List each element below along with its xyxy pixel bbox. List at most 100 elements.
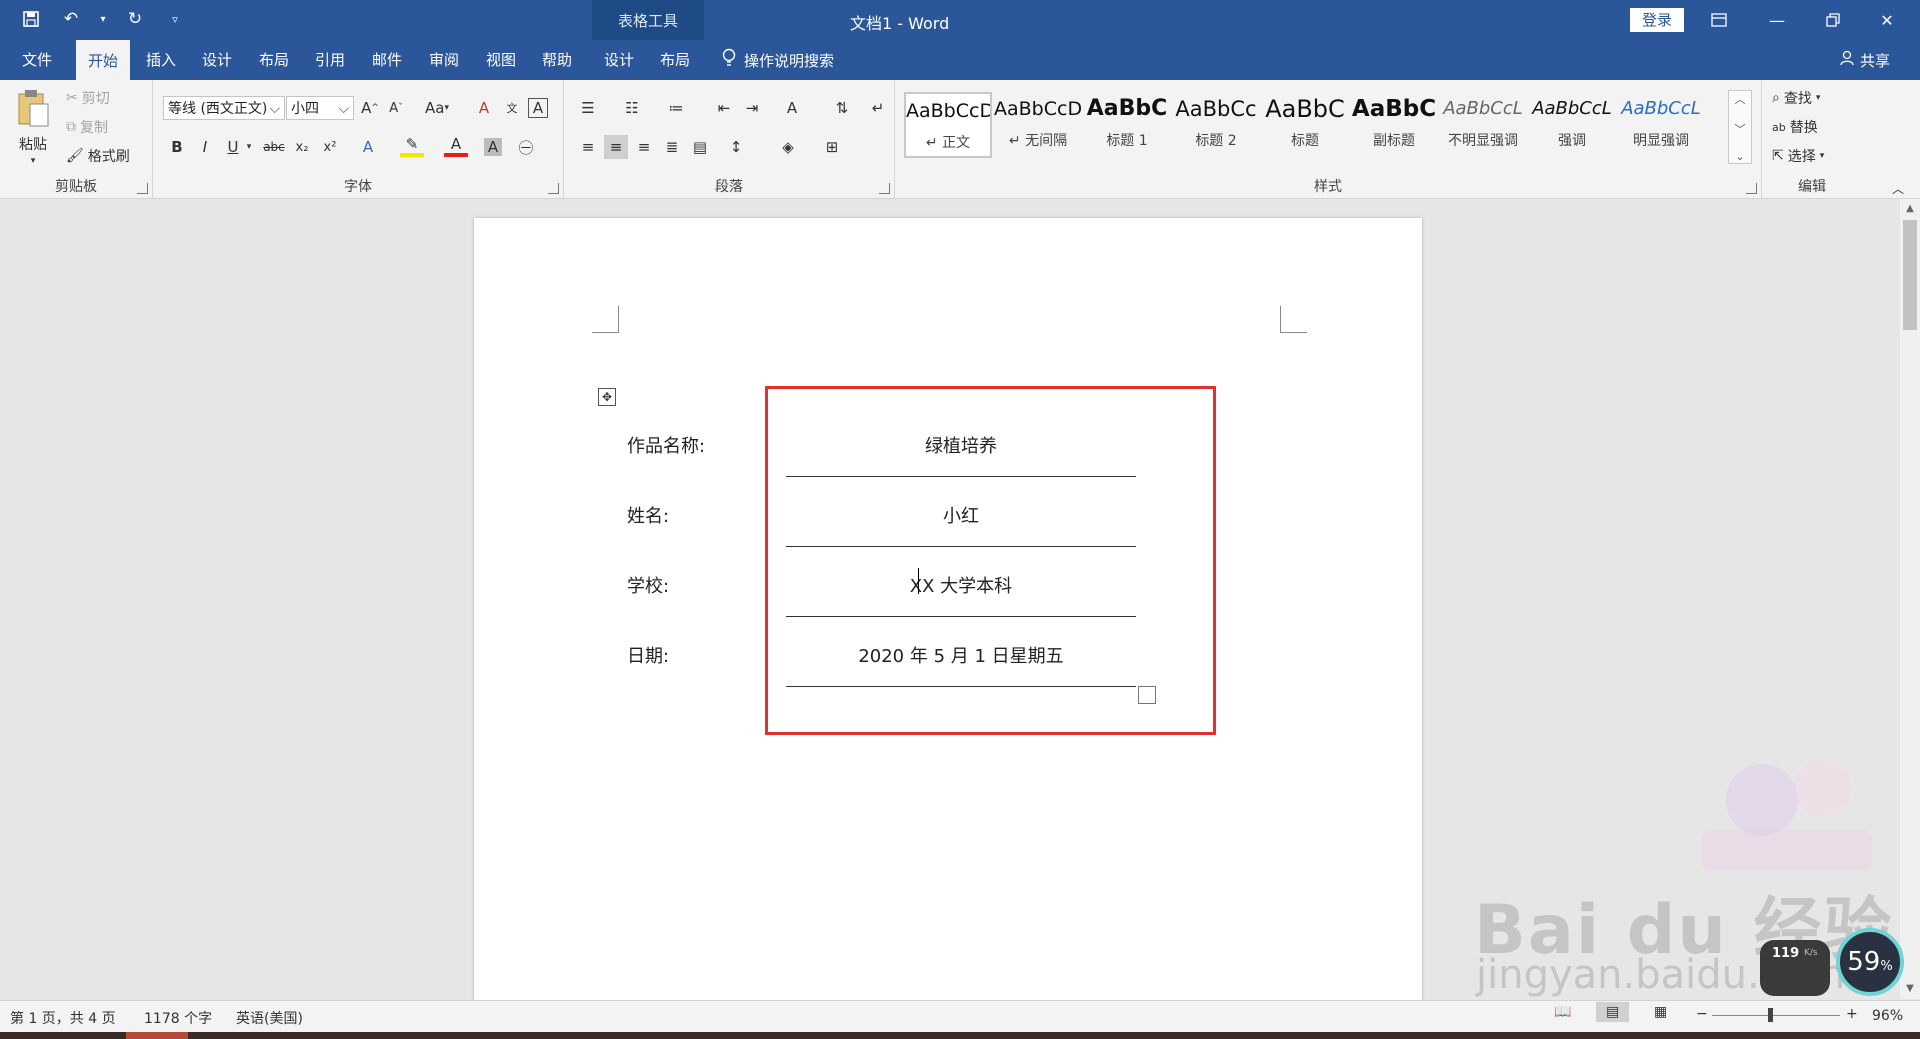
- superscript-icon[interactable]: x²: [318, 135, 342, 159]
- style-title[interactable]: AaBbC 标题: [1261, 92, 1349, 158]
- print-layout-icon[interactable]: ▤: [1596, 1002, 1630, 1022]
- font-name-combo[interactable]: 等线 (西文正文) ⌵: [163, 96, 285, 120]
- ribbon-display-icon[interactable]: [1702, 6, 1736, 34]
- change-case-button[interactable]: Aa ▾: [420, 96, 454, 120]
- tab-file[interactable]: 文件: [10, 40, 64, 80]
- tab-table-design[interactable]: 设计: [592, 40, 646, 80]
- tell-me-search[interactable]: 操作说明搜索: [722, 40, 834, 80]
- zoom-level[interactable]: 96%: [1872, 1008, 1903, 1024]
- more-styles-icon[interactable]: ⌄: [1735, 150, 1744, 163]
- web-layout-icon[interactable]: ▦: [1654, 1004, 1667, 1020]
- show-marks-icon[interactable]: ↵: [866, 96, 890, 120]
- style-heading-2[interactable]: AaBbCc 标题 2: [1172, 92, 1260, 158]
- align-right-icon[interactable]: ≡: [632, 135, 656, 159]
- enclose-characters-icon[interactable]: ㊀: [514, 135, 538, 159]
- scroll-down-icon[interactable]: ▼: [1900, 980, 1920, 998]
- clear-formatting-icon[interactable]: A: [472, 96, 496, 120]
- italic-icon[interactable]: I: [193, 135, 217, 159]
- align-center-icon[interactable]: ≡: [604, 135, 628, 159]
- style-normal[interactable]: AaBbCcD ↵ 正文: [904, 92, 992, 158]
- style-heading-1[interactable]: AaBbC 标题 1: [1083, 92, 1171, 158]
- sort-icon[interactable]: ⇅: [830, 96, 854, 120]
- select-button[interactable]: ⇱ 选择 ▾: [1772, 146, 1824, 166]
- align-left-icon[interactable]: ≡: [576, 135, 600, 159]
- login-button[interactable]: 登录: [1630, 8, 1684, 32]
- tab-home[interactable]: 开始: [76, 40, 130, 81]
- paste-button[interactable]: 粘贴 ▾: [16, 88, 50, 166]
- close-icon[interactable]: ✕: [1870, 6, 1904, 34]
- paragraph-launcher[interactable]: [879, 183, 890, 194]
- table-move-handle[interactable]: ✥: [598, 388, 616, 406]
- tab-references[interactable]: 引用: [303, 40, 357, 80]
- grow-font-icon[interactable]: A ^: [358, 96, 382, 120]
- tab-design[interactable]: 设计: [190, 40, 244, 80]
- replace-button[interactable]: ab 替换: [1772, 117, 1818, 137]
- character-shading-icon[interactable]: A: [484, 138, 502, 156]
- text-effects-icon[interactable]: A: [356, 135, 380, 159]
- chevron-down-icon[interactable]: ﹀: [1735, 121, 1746, 137]
- bold-icon[interactable]: B: [165, 135, 189, 159]
- distributed-icon[interactable]: ▤: [688, 135, 712, 159]
- collapse-ribbon-icon[interactable]: ︿: [1886, 176, 1910, 200]
- cut-button[interactable]: ✂ 剪切: [66, 88, 110, 108]
- scroll-up-icon[interactable]: ▲: [1900, 200, 1920, 218]
- borders-icon[interactable]: ⊞: [820, 135, 844, 159]
- font-color-icon[interactable]: A: [444, 135, 468, 157]
- tab-view[interactable]: 视图: [474, 40, 528, 80]
- line-spacing-icon[interactable]: ↕: [724, 135, 748, 159]
- scrollbar-thumb[interactable]: [1903, 220, 1917, 330]
- style-no-spacing[interactable]: AaBbCcD ↵ 无间隔: [994, 92, 1082, 158]
- tab-review[interactable]: 审阅: [417, 40, 471, 80]
- font-launcher[interactable]: [548, 183, 559, 194]
- tab-table-layout[interactable]: 布局: [648, 40, 702, 80]
- tab-insert[interactable]: 插入: [134, 40, 188, 80]
- subscript-icon[interactable]: x₂: [290, 135, 314, 159]
- copy-button[interactable]: ⧉ 复制: [66, 117, 108, 137]
- language-indicator[interactable]: 英语(美国): [236, 1008, 303, 1028]
- strikethrough-icon[interactable]: abc: [262, 135, 286, 159]
- numbering-icon[interactable]: ☷: [620, 96, 644, 120]
- zoom-slider[interactable]: [1712, 1015, 1840, 1016]
- chevron-up-icon[interactable]: ︿: [1735, 91, 1746, 107]
- styles-launcher[interactable]: [1746, 183, 1757, 194]
- find-button[interactable]: ⌕ 查找 ▾: [1772, 88, 1820, 108]
- zoom-slider-thumb[interactable]: [1768, 1008, 1773, 1022]
- increase-indent-icon[interactable]: ⇥: [740, 96, 764, 120]
- chevron-down-icon[interactable]: ▾: [243, 135, 255, 159]
- shading-icon[interactable]: ◈: [776, 135, 800, 159]
- page-count[interactable]: 第 1 页，共 4 页: [10, 1008, 116, 1028]
- highlight-icon[interactable]: ✎: [400, 135, 424, 157]
- character-border-icon[interactable]: A: [528, 98, 548, 118]
- restore-icon[interactable]: [1816, 6, 1850, 34]
- justify-icon[interactable]: ≣: [660, 135, 684, 159]
- zoom-in-icon[interactable]: +: [1846, 1006, 1858, 1022]
- chevron-down-icon[interactable]: ▾: [98, 6, 108, 32]
- clipboard-launcher[interactable]: [137, 183, 148, 194]
- format-painter-button[interactable]: 🖌 格式刷: [66, 146, 130, 166]
- tab-layout[interactable]: 布局: [247, 40, 301, 80]
- word-count[interactable]: 1178 个字: [144, 1008, 212, 1028]
- style-subtitle[interactable]: AaBbC 副标题: [1350, 92, 1438, 158]
- styles-gallery-scroll[interactable]: ︿ ﹀ ⌄: [1728, 90, 1752, 164]
- underline-icon[interactable]: U: [221, 135, 245, 159]
- chinese-layout-icon[interactable]: A: [780, 96, 804, 120]
- bullets-icon[interactable]: ☰: [576, 96, 600, 120]
- style-emphasis[interactable]: AaBbCcL 强调: [1528, 92, 1616, 158]
- save-icon[interactable]: [18, 6, 44, 32]
- style-subtle-emphasis[interactable]: AaBbCcL 不明显强调: [1439, 92, 1527, 158]
- share-button[interactable]: 共享: [1840, 40, 1890, 80]
- undo-icon[interactable]: ↶: [58, 6, 84, 32]
- shrink-font-icon[interactable]: Aˇ: [384, 96, 408, 120]
- read-mode-icon[interactable]: 📖: [1554, 1004, 1571, 1020]
- zoom-out-icon[interactable]: −: [1696, 1006, 1708, 1022]
- decrease-indent-icon[interactable]: ⇤: [712, 96, 736, 120]
- minimize-icon[interactable]: —: [1760, 6, 1794, 34]
- tab-mailings[interactable]: 邮件: [360, 40, 414, 80]
- tab-help[interactable]: 帮助: [530, 40, 584, 80]
- font-size-combo[interactable]: 小四 ⌵: [286, 96, 354, 120]
- redo-icon[interactable]: ↻: [122, 6, 148, 32]
- phonetic-guide-icon[interactable]: 文: [500, 96, 524, 120]
- multilevel-list-icon[interactable]: ≔: [664, 96, 688, 120]
- style-intense-emphasis[interactable]: AaBbCcL 明显强调: [1617, 92, 1705, 158]
- customize-qat-icon[interactable]: ▿: [162, 6, 188, 32]
